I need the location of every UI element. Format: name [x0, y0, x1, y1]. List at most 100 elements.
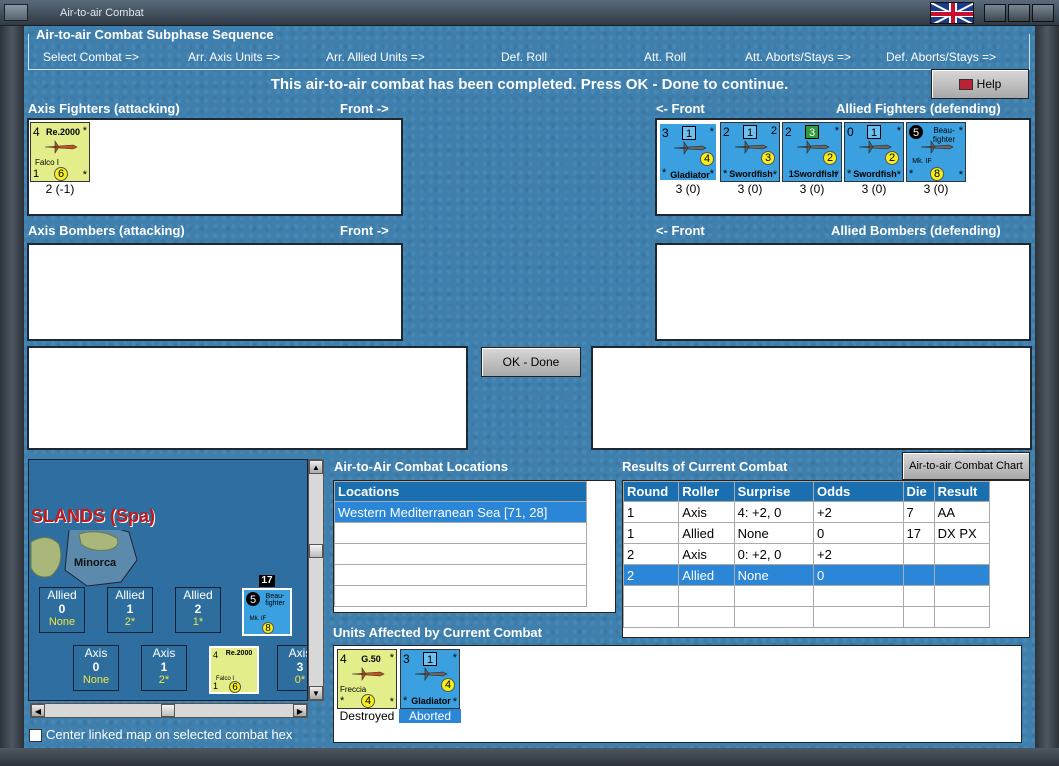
- cell-value: None: [48, 616, 76, 628]
- cell: 2: [622, 564, 680, 586]
- scroll-right-arrow-icon[interactable]: ▶: [293, 704, 307, 717]
- allied-bombers-front-label: <- Front: [656, 223, 705, 238]
- scroll-left-arrow-icon[interactable]: ◀: [31, 704, 45, 717]
- unit-counter-allied-3[interactable]: 0 1 2 Swordfish * * *: [844, 122, 904, 182]
- maximize-button[interactable]: [1008, 4, 1030, 22]
- cell-value: 2*: [124, 616, 136, 628]
- map-cell-axis-1[interactable]: Axis 1 2*: [141, 645, 187, 691]
- location-row[interactable]: Western Mediterranean Sea [71, 28]: [334, 501, 587, 523]
- air-to-air-chart-button[interactable]: Air-to-air Combat Chart: [902, 452, 1030, 480]
- unit-counter-allied-1[interactable]: 2 1 3 Swordfish 2 * *: [720, 122, 780, 182]
- seq-step-arr-axis: Arr. Axis Units =>: [188, 50, 281, 64]
- counter-bottom-right: *: [709, 168, 714, 180]
- cell-number: 1: [126, 602, 134, 616]
- col-die: Die: [902, 481, 935, 502]
- hex-label-minorca: Minorca: [74, 557, 117, 569]
- minimize-button[interactable]: [984, 4, 1006, 22]
- unit-counter-gladiator[interactable]: 3 1 * 4 Gladiator * *: [400, 649, 460, 709]
- frame-left: [0, 26, 24, 766]
- counter-value: 3 (0): [923, 182, 949, 196]
- table-row-empty: [622, 606, 991, 628]
- counter-range-dot: 2: [823, 151, 837, 165]
- counter-subname: Falco I: [35, 158, 60, 167]
- table-row[interactable]: 1 Allied None 0 17 DX PX: [622, 522, 991, 544]
- counter-name: Re.2000: [45, 127, 81, 137]
- counter-value: 3 (0): [675, 182, 701, 196]
- center-map-checkbox[interactable]: [29, 729, 42, 742]
- locations-list[interactable]: Locations Western Mediterranean Sea [71,…: [333, 480, 616, 613]
- scroll-up-arrow-icon[interactable]: ▲: [309, 460, 323, 474]
- cell: 0: [813, 564, 904, 586]
- counter-bottom-right: *: [389, 696, 394, 708]
- ok-done-button[interactable]: OK - Done: [481, 347, 581, 377]
- system-menu-button[interactable]: [4, 4, 28, 21]
- cell-number: 0: [58, 602, 66, 616]
- unit-counter-allied-0[interactable]: 3 1 4 Gladiator * * *: [658, 122, 718, 182]
- frame-bottom: [0, 748, 1059, 766]
- table-row[interactable]: 1 Axis 4: +2, 0 +2 7 AA: [622, 501, 991, 523]
- cell: [902, 564, 935, 586]
- location-row-empty: [334, 585, 587, 607]
- linked-map[interactable]: SLANDS (Spa) Minorca 17 Allied 0 None Al…: [28, 459, 308, 701]
- allied-fighters-front-label: <- Front: [656, 101, 705, 116]
- map-cell-axis-3[interactable]: Axis 3 0*: [277, 645, 307, 691]
- map-unit-re2000[interactable]: 4 Re.2000 Falco I 1 6: [209, 646, 259, 694]
- unit-counter-g50[interactable]: 4 G.50 * Freccia * 4 *: [337, 649, 397, 709]
- counter-badge: 1: [423, 652, 437, 666]
- unit-counter-allied-2[interactable]: 2 3 2 1Swordfish * *: [782, 122, 842, 182]
- close-button[interactable]: [1032, 4, 1054, 22]
- locations-title: Air-to-Air Combat Locations: [334, 459, 509, 474]
- help-button[interactable]: Help: [931, 69, 1029, 99]
- seq-step-def-aborts: Def. Aborts/Stays =>: [886, 50, 997, 64]
- table-row-selected[interactable]: 2 Allied None 0: [622, 564, 991, 586]
- cell-value: 1*: [192, 616, 204, 628]
- unit-counter-allied-4[interactable]: 5 Beau-fighter Mk. IF 8 * * *: [906, 122, 966, 182]
- plane-icon: [351, 667, 385, 681]
- subphase-sequence-title: Air-to-air Combat Subphase Sequence: [34, 27, 276, 42]
- cell: 4: +2, 0: [733, 501, 815, 523]
- map-region-label: SLANDS (Spa): [31, 506, 156, 526]
- cell: Allied: [678, 564, 735, 586]
- map-cell-allied-1[interactable]: Allied 1 2*: [107, 587, 153, 633]
- map-unit-beaufighter[interactable]: 5 Beau-fighter Mk. IF 8: [242, 588, 292, 636]
- scroll-thumb[interactable]: [161, 704, 175, 717]
- cell: 2: [622, 543, 680, 565]
- cell: [902, 543, 935, 565]
- cell: [933, 543, 991, 565]
- col-roller: Roller: [678, 481, 735, 502]
- allied-fighters-label: Allied Fighters (defending): [836, 101, 1001, 116]
- counter-range-dot: 4: [700, 152, 714, 166]
- seq-step-arr-allied: Arr. Allied Units =>: [326, 50, 425, 64]
- col-result: Result: [933, 481, 991, 502]
- cell-value: 0*: [294, 674, 306, 686]
- counter-badge: 1: [743, 125, 757, 139]
- help-label: Help: [976, 77, 1002, 91]
- counter-bottom-right: *: [82, 169, 87, 181]
- frame-right: [1035, 26, 1059, 766]
- counter-bottom-right: *: [896, 169, 901, 181]
- cell: 0: +2, 0: [733, 543, 815, 565]
- counter-bottom-left: 1: [213, 681, 219, 691]
- axis-fighters-label: Axis Fighters (attacking): [28, 101, 180, 116]
- counter-top-right: *: [82, 125, 87, 137]
- scroll-down-arrow-icon[interactable]: ▼: [309, 686, 323, 700]
- cell: 1: [622, 522, 680, 544]
- counter-value: 3 (0): [737, 182, 763, 196]
- table-row[interactable]: 2 Axis 0: +2, 0 +2: [622, 543, 991, 565]
- map-horizontal-scrollbar[interactable]: ◀ ▶: [30, 703, 308, 718]
- location-row-empty: [334, 543, 587, 565]
- map-cell-axis-0[interactable]: Axis 0 None: [73, 645, 119, 691]
- axis-bombers-front-label: Front ->: [340, 223, 389, 238]
- cell-side: Axis: [84, 646, 108, 660]
- scroll-thumb[interactable]: [309, 544, 323, 558]
- cell-value: None: [82, 674, 110, 686]
- counter-range-dot: 6: [229, 681, 241, 693]
- counter-badge: 1: [867, 125, 881, 139]
- table-row-empty: [622, 585, 991, 607]
- map-cell-allied-0[interactable]: Allied 0 None: [39, 587, 85, 633]
- counter-bottom-left: *: [723, 168, 728, 180]
- map-vertical-scrollbar[interactable]: ▲ ▼: [308, 459, 324, 701]
- stack-count-badge: 17: [259, 575, 275, 587]
- unit-counter-re2000[interactable]: 4 Re.2000 * Falco I 1 6 *: [30, 122, 90, 182]
- map-cell-allied-2[interactable]: Allied 2 1*: [175, 587, 221, 633]
